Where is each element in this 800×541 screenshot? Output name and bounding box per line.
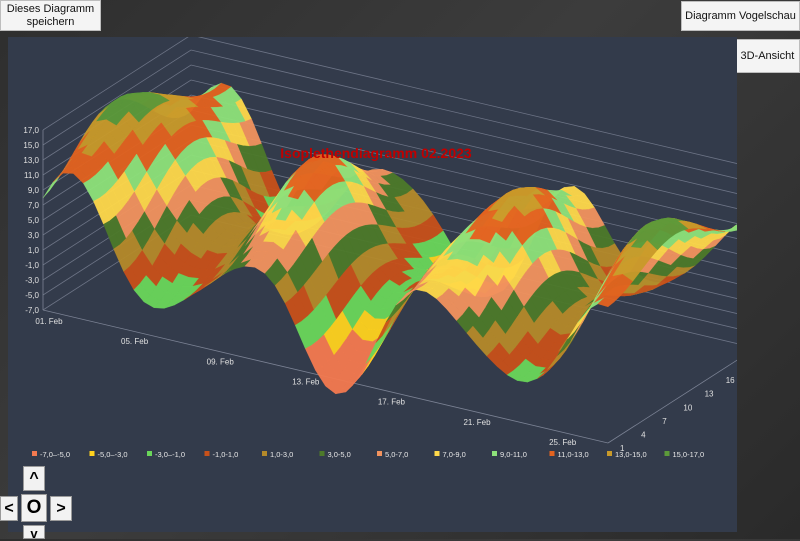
x-tick-label: 05. Feb (121, 337, 149, 346)
z-tick-label: 3,0 (28, 231, 40, 240)
rotate-up-button[interactable]: ^ (23, 466, 45, 491)
legend-label: 3,0-5,0 (328, 450, 351, 459)
legend-swatch (492, 451, 497, 456)
depth-tick-label: 7 (662, 417, 667, 426)
legend-label: -7,0–-5,0 (40, 450, 70, 459)
z-tick-label: 13,0 (23, 156, 39, 165)
z-tick-label: 5,0 (28, 216, 40, 225)
reset-view-button[interactable]: O (21, 494, 47, 522)
z-tick-label: 9,0 (28, 186, 40, 195)
legend-swatch (549, 451, 555, 456)
z-tick-label: -1,0 (25, 261, 39, 270)
x-tick-label: 21. Feb (463, 418, 491, 427)
legend-swatch (319, 451, 325, 456)
x-tick-label: 13. Feb (292, 377, 320, 386)
axis-line (607, 347, 757, 444)
x-tick-label: 09. Feb (207, 357, 235, 366)
chart-title: Isoplethendiagramm 02.2023 (280, 145, 472, 161)
legend-label: 7,0-9,0 (443, 450, 466, 459)
z-tick-label: 7,0 (28, 201, 40, 210)
legend-label: -1,0-1,0 (213, 450, 239, 459)
z-tick-label: -3,0 (25, 276, 39, 285)
legend-swatch (664, 451, 670, 456)
x-tick-label: 01. Feb (35, 317, 63, 326)
legend-label: 11,0-13,0 (558, 450, 589, 459)
z-tick-label: -5,0 (25, 291, 39, 300)
legend-label: 1,0-3,0 (270, 450, 293, 459)
legend-swatch (434, 451, 440, 456)
legend-swatch (607, 451, 612, 456)
legend-swatch (262, 451, 267, 456)
rotate-left-button[interactable]: < (0, 496, 18, 521)
legend-label: 15,0-17,0 (673, 450, 705, 459)
depth-tick-label: 4 (641, 430, 646, 439)
legend-label: 13,0-15,0 (615, 450, 647, 459)
legend-label: -3,0–-1,0 (155, 450, 185, 459)
legend-swatch (32, 451, 37, 456)
legend-swatch (147, 451, 152, 456)
rotate-right-button[interactable]: > (50, 496, 72, 521)
legend-swatch (204, 451, 210, 456)
z-tick-label: -7,0 (25, 306, 39, 315)
x-tick-label: 25. Feb (549, 438, 577, 447)
chart-area: 17,0 15,0 13,0 11,0 9,0 7,0 5,0 3,0 1,0 -1,0 -3,0 -… (8, 34, 777, 532)
legend-swatch (89, 451, 95, 456)
z-tick-label: 11,0 (24, 171, 40, 180)
depth-tick-label: 16 (726, 376, 735, 385)
x-tick-label: 17. Feb (378, 398, 406, 407)
depth-tick-label: 10 (683, 403, 692, 412)
save-chart-button[interactable]: Dieses Diagramm speichern (0, 0, 101, 31)
bird-view-button[interactable]: Diagramm Vogelschau (681, 1, 800, 31)
surface-chart: 17,0 15,0 13,0 11,0 9,0 7,0 5,0 3,0 1,0 -1,0 -3,0 -… (23, 34, 777, 459)
z-tick-label: 17,0 (23, 126, 39, 135)
legend-swatch (377, 451, 382, 456)
depth-tick-label: 13 (705, 390, 714, 399)
legend-label: -5,0–-3,0 (98, 450, 128, 459)
legend-label: 9,0-11,0 (500, 450, 527, 459)
z-tick-label: 15,0 (23, 141, 39, 150)
rotate-down-button[interactable]: v (23, 525, 45, 541)
z-tick-label: 1,0 (28, 246, 40, 255)
legend-label: 5,0-7,0 (385, 450, 408, 459)
